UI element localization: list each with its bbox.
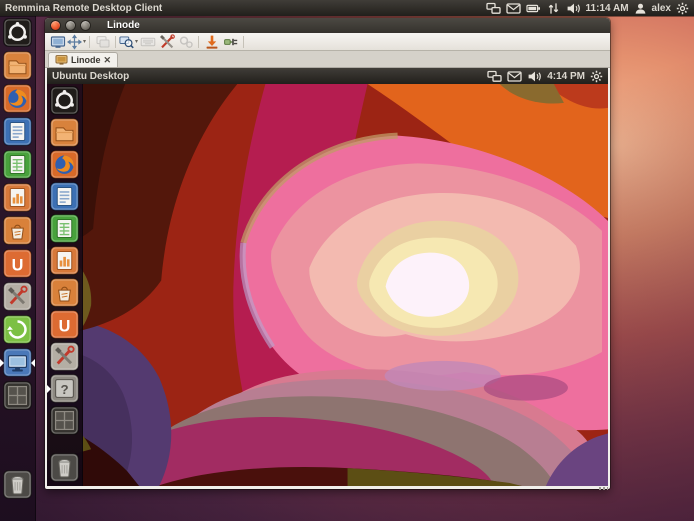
remote-unity-launcher: U?	[47, 84, 83, 486]
launcher-item-ubuntu-one[interactable]: U	[3, 249, 32, 278]
battery-icon[interactable]	[526, 2, 541, 15]
sync-arrows-icon[interactable]	[546, 2, 561, 15]
svg-text:U: U	[12, 256, 24, 274]
svg-text:U: U	[59, 317, 71, 335]
remote-launcher-item-libreoffice-writer[interactable]	[50, 182, 79, 211]
launcher-item-system-settings[interactable]	[3, 282, 32, 311]
duplicate-connection-button	[93, 34, 112, 49]
app-title-menu[interactable]: Remmina Remote Desktop Client	[5, 3, 162, 14]
remote-volume-icon[interactable]	[527, 70, 542, 83]
remote-launcher-item-workspace-switcher[interactable]	[50, 406, 79, 435]
scaled-mode-button[interactable]: ▾	[67, 34, 86, 49]
remote-mail-icon[interactable]	[507, 70, 522, 83]
remote-launcher-item-ubuntu-one[interactable]: U	[50, 310, 79, 339]
window-title: Linode	[107, 20, 140, 31]
svg-text:?: ?	[60, 382, 68, 397]
dropdown-caret-icon[interactable]: ▾	[83, 38, 86, 45]
minimize-button[interactable]	[65, 20, 76, 31]
volume-icon[interactable]	[566, 2, 581, 15]
launcher-item-software-updater[interactable]	[3, 315, 32, 344]
remote-launcher-item-firefox[interactable]	[50, 150, 79, 179]
launcher-item-home-folder[interactable]	[3, 51, 32, 80]
remote-launcher-item-libreoffice-calc[interactable]	[50, 214, 79, 243]
toolbar-separator	[243, 36, 244, 48]
launcher-item-firefox[interactable]	[3, 84, 32, 113]
user-icon[interactable]	[634, 2, 647, 15]
launcher-item-libreoffice-calc[interactable]	[3, 150, 32, 179]
clock[interactable]: 11:14 AM	[586, 3, 629, 14]
remote-launcher-item-system-settings[interactable]	[50, 342, 79, 371]
remmina-window: Linode ▾▾ Linode ✕	[45, 18, 610, 489]
top-panel: Remmina Remote Desktop Client 11:14 AM a…	[0, 0, 694, 16]
launcher-item-remmina[interactable]	[3, 348, 32, 377]
gear-icon[interactable]	[676, 2, 689, 15]
remote-desktop-view[interactable]: Ubuntu Desktop 4:14 PM U?	[47, 68, 608, 486]
tab-label: Linode	[71, 55, 101, 65]
remote-top-panel: Ubuntu Desktop 4:14 PM	[47, 68, 608, 84]
maximize-button[interactable]	[80, 20, 91, 31]
launcher-item-software-center[interactable]	[3, 216, 32, 245]
running-indicator-icon	[0, 359, 4, 367]
remote-launcher-item-software-center[interactable]	[50, 278, 79, 307]
remote-launcher-item-trash[interactable]	[50, 453, 79, 482]
username[interactable]: alex	[652, 3, 671, 14]
tab-close-icon[interactable]: ✕	[104, 55, 112, 66]
remote-launcher-item-libreoffice-impress[interactable]	[50, 246, 79, 275]
remote-wallpaper	[47, 84, 608, 486]
launcher-item-libreoffice-writer[interactable]	[3, 117, 32, 146]
toolbar-separator	[198, 36, 199, 48]
toolbar-separator	[89, 36, 90, 48]
remote-clock[interactable]: 4:14 PM	[547, 71, 585, 82]
remote-indicator-area: 4:14 PM	[487, 70, 608, 83]
launcher-item-trash[interactable]	[3, 470, 32, 499]
unity-launcher: U	[0, 16, 36, 521]
launcher-item-dash-home[interactable]	[3, 18, 32, 47]
remote-launcher-item-unknown-app[interactable]: ?	[50, 374, 79, 403]
fullscreen-button[interactable]	[48, 34, 67, 49]
zoom-button[interactable]: ▾	[119, 34, 138, 49]
disconnect-button[interactable]	[221, 34, 240, 49]
running-indicator-icon	[47, 385, 51, 393]
refresh-button	[176, 34, 195, 49]
remote-launcher-item-dash-home[interactable]	[50, 86, 79, 115]
launcher-item-libreoffice-impress[interactable]	[3, 183, 32, 212]
focused-indicator-icon	[31, 359, 35, 367]
network-icon[interactable]	[486, 2, 501, 15]
connection-icon	[55, 54, 68, 67]
indicator-area: 11:14 AM alex	[486, 2, 694, 15]
close-button[interactable]	[50, 20, 61, 31]
screenshot-button[interactable]	[202, 34, 221, 49]
mail-icon[interactable]	[506, 2, 521, 15]
remote-panel-title[interactable]: Ubuntu Desktop	[52, 71, 129, 82]
keyboard-grab-button	[138, 34, 157, 49]
toolbar-separator	[115, 36, 116, 48]
remote-gear-icon[interactable]	[590, 70, 603, 83]
connection-tabbar: Linode ✕	[45, 51, 610, 68]
tab-linode[interactable]: Linode ✕	[48, 52, 118, 67]
remote-network-icon[interactable]	[487, 70, 502, 83]
remote-launcher-item-home-folder[interactable]	[50, 118, 79, 147]
resize-grip[interactable]	[599, 487, 608, 490]
remmina-toolbar: ▾▾	[45, 33, 610, 51]
screen: Remmina Remote Desktop Client 11:14 AM a…	[0, 0, 694, 521]
window-titlebar[interactable]: Linode	[45, 18, 610, 33]
launcher-item-workspace-switcher[interactable]	[3, 381, 32, 410]
connection-tools-button[interactable]	[157, 34, 176, 49]
